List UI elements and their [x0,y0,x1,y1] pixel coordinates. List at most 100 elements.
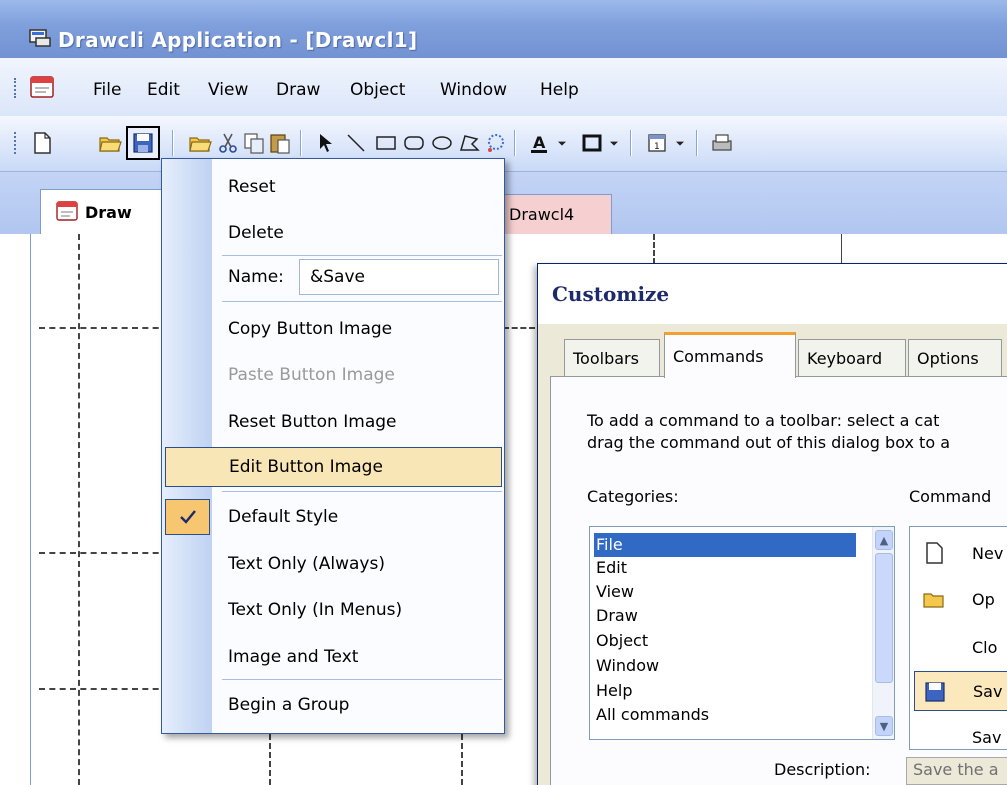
scroll-down-icon[interactable]: ▼ [875,716,893,736]
list-item[interactable]: All commands [594,703,709,727]
toolbar-separator [300,130,302,156]
command-item[interactable]: Nev [914,533,1007,573]
list-item[interactable]: Window [594,654,659,678]
tab-label: Keyboard [807,349,883,368]
open-folder-icon [923,593,944,608]
menu-object[interactable]: Object [350,80,405,100]
checkmark-icon [165,499,210,535]
commands-list[interactable]: Nev Op Clo Sav Sav [909,526,1007,750]
chevron-down-icon[interactable] [672,128,688,158]
list-item[interactable]: Help [594,679,632,703]
menu-draw[interactable]: Draw [276,80,320,100]
categories-list[interactable]: File Edit View Draw Object Window Help A… [589,526,895,740]
document-icon[interactable] [28,74,56,100]
line-icon[interactable] [342,128,370,158]
menu-item-default-style[interactable]: Default Style [214,497,502,537]
rectangle-icon[interactable] [372,128,400,158]
tab-options[interactable]: Options [908,339,1002,377]
chevron-down-icon[interactable] [554,128,570,158]
categories-scrollbar[interactable]: ▲ ▼ [872,527,894,739]
tab-keyboard[interactable]: Keyboard [798,339,906,377]
tab-drawcl4[interactable]: Drawcl4 [496,194,612,234]
copy-icon[interactable] [240,128,268,158]
new-document-icon[interactable] [28,128,56,158]
lasso-icon[interactable] [482,128,510,158]
command-item[interactable]: Clo [914,627,1007,667]
scroll-up-icon[interactable]: ▲ [875,530,893,550]
list-item[interactable]: Edit [594,556,627,580]
tab-label: Draw [85,202,132,222]
ellipse-icon[interactable] [428,128,456,158]
print-icon[interactable] [708,128,736,158]
tab-label: Commands [673,347,764,366]
paste-icon[interactable] [266,128,294,158]
tab-commands[interactable]: Commands [664,332,796,378]
polygon-icon[interactable] [455,128,483,158]
tab-drawcl1[interactable]: Draw [40,189,170,234]
menu-item-text-only-in-menus[interactable]: Text Only (In Menus) [214,590,502,630]
menu-item-copy-button-image[interactable]: Copy Button Image [214,309,502,349]
page-gridline [653,234,655,264]
object-properties-icon[interactable]: 1 [644,128,672,158]
select-arrow-icon[interactable] [312,128,340,158]
button-name-field[interactable] [299,259,499,295]
command-item[interactable]: Sav [914,671,1007,711]
dialog-title-bar[interactable]: Customize [538,264,1007,324]
toolbar-separator [514,130,516,156]
chevron-down-icon[interactable] [606,128,622,158]
app-window: Drawcli Application - [Drawcl1] File Edi… [0,0,1007,785]
tab-label: Toolbars [573,349,639,368]
categories-label: Categories: [587,487,679,506]
menubar-grip-handle[interactable] [14,78,18,98]
menu-bar: File Edit View Draw Object Window Help [0,58,1007,116]
toolbar-separator [630,130,632,156]
open-folder-icon[interactable] [186,128,214,158]
menu-item-reset[interactable]: Reset [214,167,502,207]
title-bar[interactable]: Drawcli Application - [Drawcl1] [0,0,1007,58]
border-icon[interactable] [578,128,606,158]
page-gridline [78,234,80,785]
page-gridline [503,327,535,329]
command-item[interactable]: Op [914,579,1007,619]
tab-toolbars[interactable]: Toolbars [564,339,660,377]
open-folder-icon[interactable] [96,128,124,158]
toolbar-grip-handle[interactable] [14,132,18,154]
customize-dialog: Customize Toolbars Commands Keyboard Opt… [537,263,1007,785]
save-disk-icon [925,682,945,702]
menu-separator [222,301,502,302]
menu-icon-gutter [162,159,212,733]
menu-item-paste-button-image[interactable]: Paste Button Image [214,355,502,395]
svg-text:A: A [533,133,546,152]
rounded-rectangle-icon[interactable] [400,128,428,158]
list-item[interactable]: Object [594,629,648,653]
list-item[interactable]: File [594,533,856,557]
menu-item-edit-button-image[interactable]: Edit Button Image [165,447,502,487]
menu-item-text-only-always[interactable]: Text Only (Always) [214,544,502,584]
save-disk-icon[interactable] [126,126,160,160]
command-label: Nev [972,543,1004,563]
cut-scissors-icon[interactable] [214,128,242,158]
menu-help[interactable]: Help [540,80,579,100]
commands-tab-panel: To add a command to a toolbar: select a … [550,376,1007,785]
menu-item-begin-a-group[interactable]: Begin a Group [214,685,502,725]
command-item[interactable]: Sav [914,717,1007,749]
description-label: Description: [774,760,871,779]
window-title: Drawcli Application - [Drawcl1] [58,28,418,52]
list-item[interactable]: Draw [594,604,638,628]
menu-edit[interactable]: Edit [147,80,180,100]
app-icon [29,29,51,47]
toolbar-separator [172,130,174,156]
menu-separator [222,255,502,256]
menu-file[interactable]: File [93,80,121,100]
menu-separator [222,491,502,492]
menu-item-reset-button-image[interactable]: Reset Button Image [214,402,502,442]
menu-window[interactable]: Window [440,80,507,100]
scroll-thumb[interactable] [875,553,893,683]
font-color-icon[interactable]: A [526,128,554,158]
menu-view[interactable]: View [208,80,248,100]
menu-item-delete[interactable]: Delete [214,213,502,253]
list-item[interactable]: View [594,580,634,604]
new-document-icon [926,542,943,564]
menu-item-image-and-text[interactable]: Image and Text [214,637,502,677]
description-field: Save the a [906,757,1007,785]
